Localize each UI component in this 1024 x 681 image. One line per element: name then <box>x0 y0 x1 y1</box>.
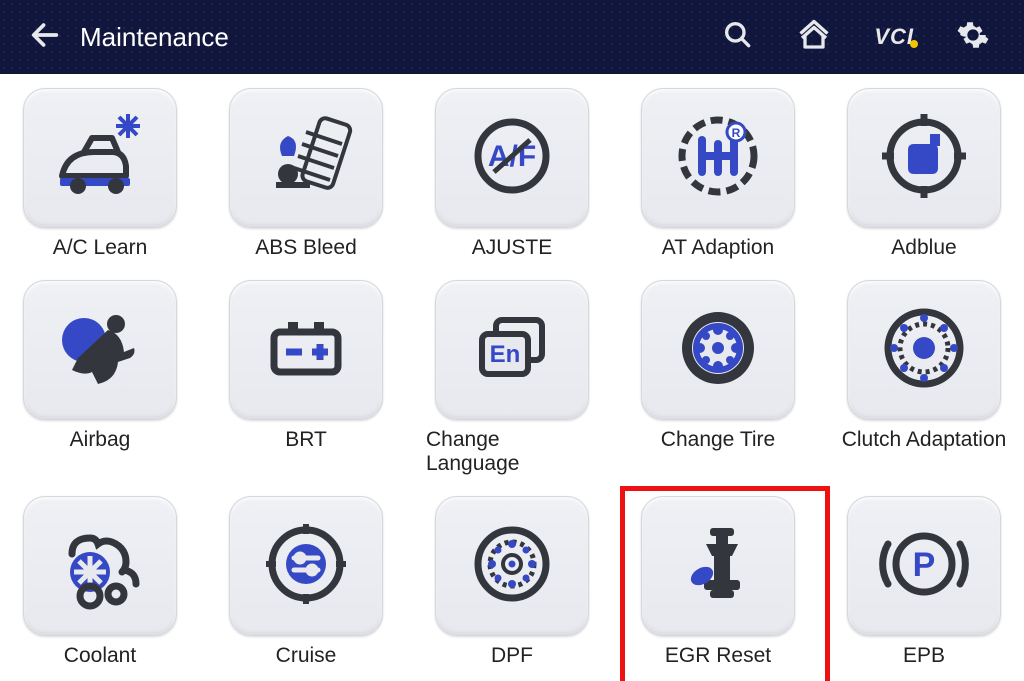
item-egr-reset: EGR Reset <box>632 496 804 668</box>
tile-ac-learn[interactable] <box>23 88 177 228</box>
epb-icon: P <box>874 514 974 619</box>
item-label: Change Tire <box>661 428 775 452</box>
item-ajuste: A/F AJUSTE <box>426 88 598 260</box>
change-tire-icon <box>668 298 768 403</box>
change-language-icon: En <box>462 298 562 403</box>
tile-egr-reset[interactable] <box>641 496 795 636</box>
clutch-adaptation-icon <box>874 298 974 403</box>
airbag-icon <box>50 298 150 403</box>
header-bar: Maintenance VCI <box>0 0 1024 74</box>
coolant-icon <box>50 514 150 619</box>
dpf-icon <box>462 514 562 619</box>
tile-clutch-adaptation[interactable] <box>847 280 1001 420</box>
cruise-icon <box>256 514 356 619</box>
item-dpf: DPF <box>426 496 598 668</box>
abs-bleed-icon <box>256 106 356 211</box>
gear-icon[interactable] <box>956 18 990 57</box>
item-brt: BRT <box>220 280 392 476</box>
vci-status-dot <box>910 40 918 48</box>
ajuste-icon: A/F <box>462 106 562 211</box>
tile-change-tire[interactable] <box>641 280 795 420</box>
tile-change-language[interactable]: En <box>435 280 589 420</box>
item-at-adaption: R AT Adaption <box>632 88 804 260</box>
back-arrow-icon[interactable] <box>28 18 62 57</box>
tile-airbag[interactable] <box>23 280 177 420</box>
item-label: Adblue <box>891 236 956 260</box>
vci-label-text: VCI <box>874 24 914 49</box>
svg-text:En: En <box>490 341 521 368</box>
tile-dpf[interactable] <box>435 496 589 636</box>
item-label: AT Adaption <box>662 236 774 260</box>
item-abs-bleed: ABS Bleed <box>220 88 392 260</box>
page-title: Maintenance <box>80 22 229 53</box>
item-label: Clutch Adaptation <box>842 428 1007 452</box>
tile-cruise[interactable] <box>229 496 383 636</box>
tile-coolant[interactable] <box>23 496 177 636</box>
item-clutch-adaptation: Clutch Adaptation <box>838 280 1010 476</box>
item-label: AJUSTE <box>472 236 553 260</box>
svg-text:R: R <box>732 126 741 140</box>
item-cruise: Cruise <box>220 496 392 668</box>
brt-icon <box>256 298 356 403</box>
item-change-tire: Change Tire <box>632 280 804 476</box>
item-change-language: En Change Language <box>426 280 598 476</box>
item-label: Cruise <box>276 644 337 668</box>
item-label: Airbag <box>70 428 131 452</box>
maintenance-grid: A/C Learn ABS Bleed <box>0 74 1024 668</box>
tile-abs-bleed[interactable] <box>229 88 383 228</box>
tile-at-adaption[interactable]: R <box>641 88 795 228</box>
ac-learn-icon <box>50 106 150 211</box>
item-epb: P EPB <box>838 496 1010 668</box>
item-ac-learn: A/C Learn <box>14 88 186 260</box>
vci-status[interactable]: VCI <box>874 24 914 50</box>
adblue-icon <box>874 106 974 211</box>
item-coolant: Coolant <box>14 496 186 668</box>
tile-adblue[interactable] <box>847 88 1001 228</box>
svg-text:P: P <box>913 546 936 584</box>
item-label: EPB <box>903 644 945 668</box>
search-icon[interactable] <box>722 19 754 56</box>
item-label: ABS Bleed <box>255 236 357 260</box>
item-label: BRT <box>285 428 327 452</box>
tile-brt[interactable] <box>229 280 383 420</box>
item-airbag: Airbag <box>14 280 186 476</box>
item-label: DPF <box>491 644 533 668</box>
item-label: EGR Reset <box>665 644 771 668</box>
tile-epb[interactable]: P <box>847 496 1001 636</box>
at-adaption-icon: R <box>668 106 768 211</box>
tile-ajuste[interactable]: A/F <box>435 88 589 228</box>
item-label: Change Language <box>426 428 598 476</box>
egr-reset-icon <box>668 514 768 619</box>
item-label: A/C Learn <box>53 236 148 260</box>
item-adblue: Adblue <box>838 88 1010 260</box>
home-icon[interactable] <box>796 17 832 58</box>
item-label: Coolant <box>64 644 136 668</box>
